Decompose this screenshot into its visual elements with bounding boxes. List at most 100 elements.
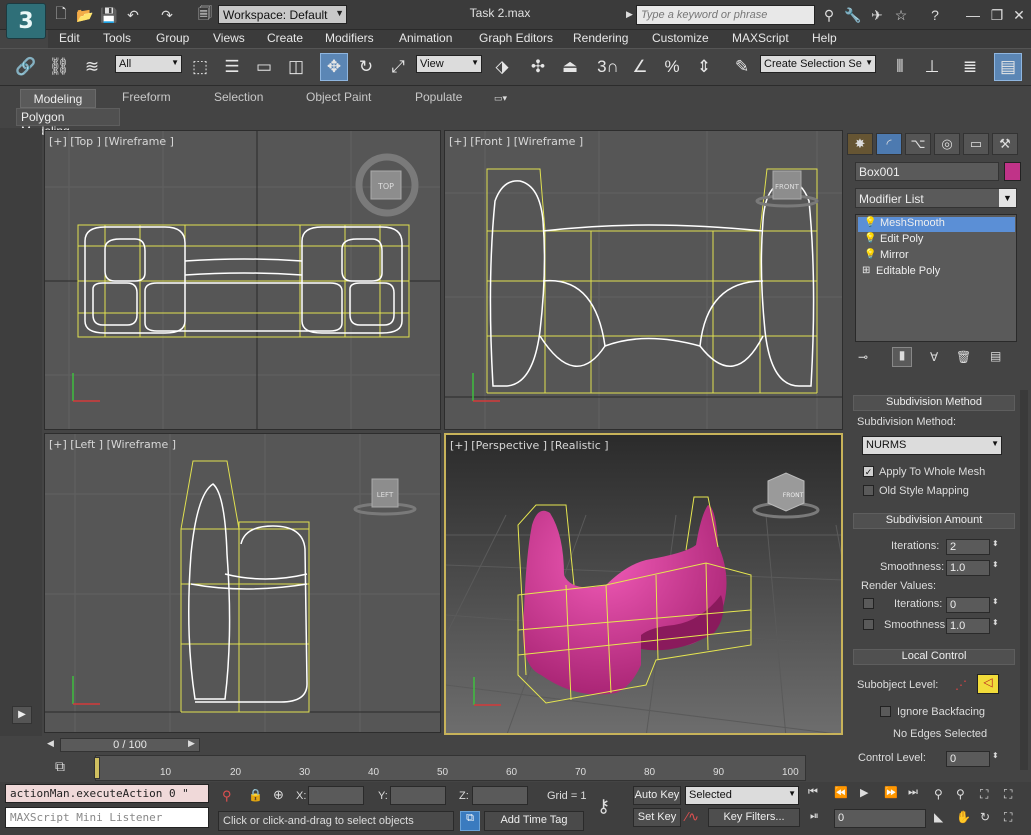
- toggle-ribbon-icon[interactable]: ▤: [994, 53, 1022, 81]
- stack-item-mirror[interactable]: 💡 Mirror: [858, 249, 1015, 264]
- isolate-selection-icon[interactable]: ⚲: [222, 788, 232, 804]
- key-mode-toggle-icon[interactable]: ⏯: [810, 810, 819, 823]
- render-iterations-checkbox[interactable]: [863, 598, 874, 609]
- expand-arrow-icon[interactable]: ▶: [626, 9, 633, 20]
- subdivision-method-dropdown[interactable]: NURMS ▼: [862, 436, 1002, 455]
- redo-icon[interactable]: ↷: [158, 6, 176, 24]
- spinner-snap-icon[interactable]: ⇕: [690, 53, 718, 81]
- menu-help[interactable]: Help: [812, 31, 837, 45]
- stack-item-edit-poly[interactable]: 💡 Edit Poly: [858, 233, 1015, 248]
- favorites-icon[interactable]: ☆: [892, 6, 910, 24]
- zoom-extents-icon[interactable]: ⛶: [980, 787, 988, 802]
- track-bar[interactable]: [95, 755, 806, 781]
- zoom-icon[interactable]: ⚲: [934, 787, 943, 801]
- time-next-icon[interactable]: ▶: [188, 738, 195, 749]
- select-object-icon[interactable]: ⬚: [186, 53, 214, 81]
- rectangular-selection-icon[interactable]: ▭: [250, 53, 278, 81]
- unlink-icon[interactable]: ⛓: [45, 53, 73, 81]
- ribbon-tab-freeform[interactable]: Freeform: [122, 90, 171, 104]
- stack-item-editable-poly[interactable]: ⊞ Editable Poly: [858, 265, 1015, 280]
- time-tag-icon[interactable]: ⧉: [460, 811, 480, 831]
- pan-icon[interactable]: ✋: [956, 810, 971, 824]
- spinner-arrows-icon[interactable]: ⬍: [992, 597, 999, 606]
- pivot-center-icon[interactable]: ⬗: [488, 53, 516, 81]
- window-crossing-icon[interactable]: ◫: [282, 53, 310, 81]
- object-color-swatch[interactable]: [1004, 162, 1021, 181]
- iterations-spinner[interactable]: 2: [946, 539, 990, 555]
- control-level-spinner[interactable]: 0: [946, 751, 990, 767]
- search-input[interactable]: Type a keyword or phrase: [636, 5, 815, 25]
- ribbon-tab-object-paint[interactable]: Object Paint: [306, 90, 371, 104]
- viewport-front[interactable]: FRONT [+] [Front ] [Wireframe ]: [444, 130, 843, 430]
- zoom-all-icon[interactable]: ⚲: [956, 787, 965, 801]
- menu-edit[interactable]: Edit: [59, 31, 80, 45]
- create-tab-icon[interactable]: ✸: [847, 133, 873, 155]
- modify-tab-icon[interactable]: ◜: [876, 133, 902, 155]
- go-to-start-icon[interactable]: ⏮: [808, 786, 818, 799]
- modifier-list-dropdown[interactable]: Modifier List ▼: [855, 188, 1017, 208]
- expand-plus-icon[interactable]: ⊞: [862, 265, 870, 276]
- binoculars-icon[interactable]: ⚲: [820, 6, 838, 24]
- menu-customize[interactable]: Customize: [652, 31, 709, 45]
- x-coordinate-field[interactable]: [308, 786, 364, 805]
- current-frame-field[interactable]: 0: [834, 809, 926, 828]
- add-time-tag-button[interactable]: Add Time Tag: [484, 811, 584, 831]
- ignore-backfacing-checkbox[interactable]: [880, 706, 891, 717]
- previous-frame-icon[interactable]: ⏪: [834, 786, 848, 799]
- link-icon[interactable]: 🔗: [12, 53, 40, 81]
- key-filters-button[interactable]: Key Filters...: [708, 808, 800, 827]
- menu-create[interactable]: Create: [267, 31, 303, 45]
- spinner-arrows-icon[interactable]: ⬍: [992, 560, 999, 569]
- menu-graph-editors[interactable]: Graph Editors: [479, 31, 553, 45]
- restore-icon[interactable]: ❐: [988, 6, 1006, 24]
- play-icon[interactable]: ▶: [860, 786, 868, 799]
- app-logo-button[interactable]: 3: [6, 3, 46, 39]
- old-style-mapping-checkbox[interactable]: [863, 485, 874, 496]
- project-folder-icon[interactable]: 🗐: [196, 5, 214, 24]
- render-smoothness-spinner[interactable]: 1.0: [946, 618, 990, 634]
- maxscript-listener-input[interactable]: MAXScript Mini Listener: [5, 807, 209, 828]
- menu-animation[interactable]: Animation: [399, 31, 452, 45]
- maximize-viewport-icon[interactable]: ⛶: [1004, 810, 1012, 825]
- ribbon-tab-populate[interactable]: Populate: [415, 90, 462, 104]
- show-end-result-icon[interactable]: ▮: [892, 347, 912, 367]
- utilities-tab-icon[interactable]: ⚒: [992, 133, 1018, 155]
- select-and-rotate-icon[interactable]: ↻: [352, 53, 380, 81]
- default-tangents-icon[interactable]: ⁄∿: [686, 809, 699, 825]
- vertex-subobject-icon[interactable]: ⋰: [955, 678, 967, 692]
- new-file-icon[interactable]: 🗋: [52, 5, 70, 24]
- menu-views[interactable]: Views: [213, 31, 245, 45]
- rollout-subdivision-amount[interactable]: Subdivision Amount: [853, 513, 1015, 529]
- render-iterations-spinner[interactable]: 0: [946, 597, 990, 613]
- make-unique-icon[interactable]: ∀: [930, 350, 938, 364]
- ribbon-options-icon[interactable]: ▭▾: [494, 93, 514, 104]
- menu-maxscript[interactable]: MAXScript: [732, 31, 789, 45]
- spinner-arrows-icon[interactable]: ⬍: [992, 751, 999, 760]
- orbit-icon[interactable]: ↻: [980, 810, 990, 824]
- time-prev-icon[interactable]: ◀: [47, 738, 54, 749]
- ribbon-tab-modeling[interactable]: Modeling: [20, 89, 96, 108]
- minimize-icon[interactable]: —: [964, 6, 982, 24]
- configure-sets-icon[interactable]: ▤: [990, 349, 1001, 363]
- mirror-icon[interactable]: ⫴: [886, 53, 914, 81]
- menu-tools[interactable]: Tools: [103, 31, 131, 45]
- viewport-label-top[interactable]: [+] [Top ] [Wireframe ]: [49, 135, 174, 148]
- go-to-end-icon[interactable]: ⏭: [908, 786, 918, 799]
- named-selection-sets-dropdown[interactable]: Create Selection Se ▼: [760, 55, 876, 73]
- command-panel-scrollbar[interactable]: [1020, 390, 1028, 770]
- communication-icon[interactable]: ✈: [868, 6, 886, 24]
- time-slider[interactable]: 0 / 100: [60, 738, 200, 752]
- field-of-view-icon[interactable]: ◣: [934, 810, 943, 824]
- viewport-top[interactable]: TOP [+] [Top ] [Wireframe ]: [44, 130, 441, 430]
- edge-subobject-icon[interactable]: ◁: [977, 674, 999, 694]
- z-coordinate-field[interactable]: [472, 786, 528, 805]
- lightbulb-icon[interactable]: 💡: [864, 217, 876, 228]
- angle-snap-icon[interactable]: ∠: [626, 53, 654, 81]
- lightbulb-icon[interactable]: 💡: [864, 249, 876, 260]
- rollout-subdivision-method[interactable]: Subdivision Method: [853, 395, 1015, 411]
- lightbulb-icon[interactable]: 💡: [864, 233, 876, 244]
- smoothness-spinner[interactable]: 1.0: [946, 560, 990, 576]
- menu-group[interactable]: Group: [156, 31, 189, 45]
- ribbon-tab-selection[interactable]: Selection: [214, 90, 263, 104]
- select-and-move-icon[interactable]: ✥: [320, 53, 348, 81]
